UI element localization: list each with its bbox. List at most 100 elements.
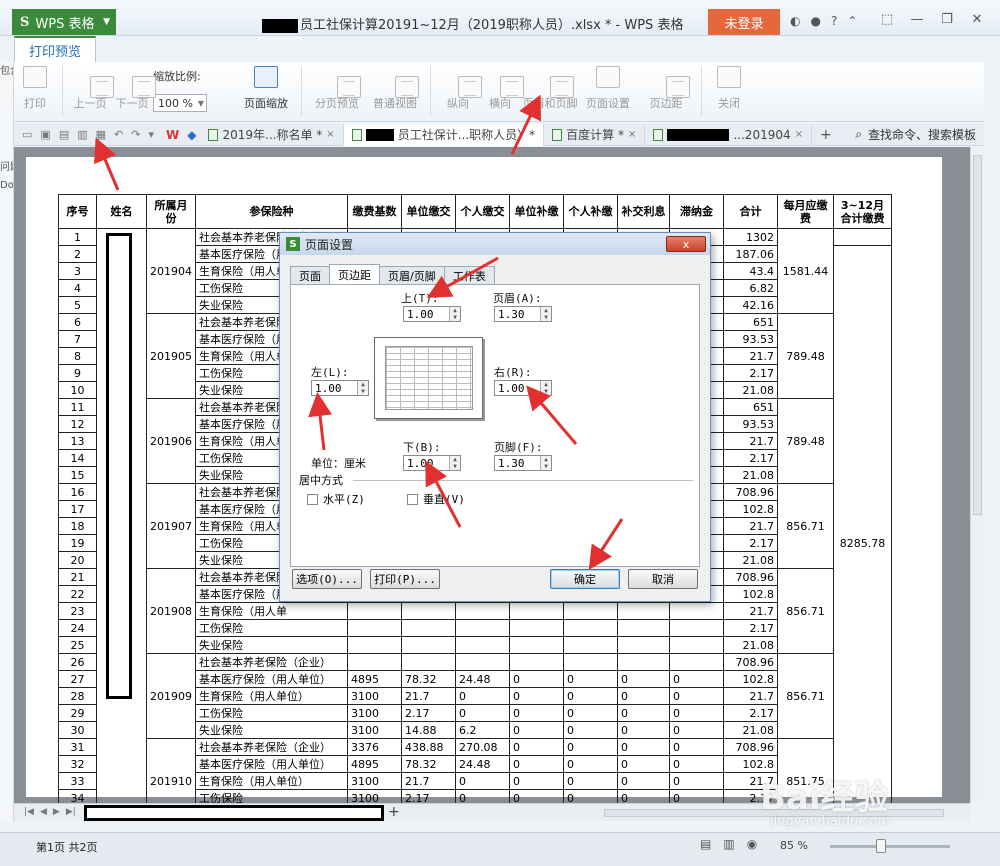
print-button[interactable]: 打印 bbox=[14, 66, 56, 111]
print-preview-icon[interactable]: ▦ bbox=[96, 128, 106, 141]
total-cell: 708.96 bbox=[723, 738, 778, 756]
month-cell: 201904 bbox=[146, 228, 196, 314]
prev-sheet-icon[interactable]: ◀ bbox=[40, 807, 47, 817]
value-cell: 0 bbox=[563, 789, 618, 803]
center-vertical-checkbox[interactable]: 垂直(V) bbox=[407, 491, 465, 507]
add-sheet-icon[interactable]: + bbox=[388, 804, 400, 820]
total-cell: 21.08 bbox=[723, 636, 778, 654]
export-icon[interactable]: ▤ bbox=[59, 128, 69, 141]
page-margins-icon bbox=[666, 76, 690, 98]
center-horizontal-checkbox[interactable]: 水平(Z) bbox=[307, 491, 365, 507]
next-sheet-icon[interactable]: ▶ bbox=[53, 807, 60, 817]
doc-tab-1[interactable]: 2019年...称名单 * × bbox=[200, 123, 344, 146]
title-icons: ◐ ● ? ⌃ bbox=[790, 14, 857, 28]
save-icon[interactable]: ▣ bbox=[40, 128, 50, 141]
footer-margin-input[interactable]: 1.30 ▲ ▼ bbox=[494, 455, 552, 471]
next-page-button[interactable]: 下一页 bbox=[111, 66, 156, 111]
command-search[interactable]: ⌕ 查找命令、搜索模板 bbox=[855, 126, 984, 143]
first-sheet-icon[interactable]: |◀ bbox=[24, 807, 34, 817]
left-margin-input[interactable]: 1.00 ▲ ▼ bbox=[311, 380, 369, 396]
right-margin-input[interactable]: 1.00 ▲ ▼ bbox=[494, 380, 552, 396]
chevron-down-icon[interactable]: ▾ bbox=[148, 128, 154, 141]
value-cell bbox=[563, 653, 618, 671]
portrait-button[interactable]: 纵向 bbox=[437, 66, 482, 111]
zoom-slider[interactable] bbox=[830, 845, 950, 848]
header-margin-input[interactable]: 1.30 ▲ ▼ bbox=[494, 306, 552, 322]
close-icon[interactable]: ✕ bbox=[962, 8, 992, 30]
page-margins-button[interactable]: 页边距 bbox=[637, 66, 695, 111]
restore-icon[interactable]: ❐ bbox=[932, 8, 962, 30]
row-number-cell: 17 bbox=[58, 500, 97, 518]
page-layout-icon[interactable]: ▥ bbox=[723, 837, 734, 851]
feedback-icon[interactable]: ● bbox=[810, 14, 820, 28]
total-cell: 2.17 bbox=[723, 704, 778, 722]
landscape-button[interactable]: 横向 bbox=[479, 66, 524, 111]
close-tab-icon[interactable]: × bbox=[628, 129, 636, 140]
spin-arrows-icon[interactable]: ▲ ▼ bbox=[540, 456, 551, 470]
app-center-icon[interactable]: ◆ bbox=[183, 128, 200, 142]
prev-page-button[interactable]: 上一页 bbox=[69, 66, 114, 111]
close-tab-icon[interactable]: × bbox=[795, 129, 803, 140]
minimize-icon[interactable]: — bbox=[902, 8, 932, 30]
print-icon[interactable]: ▥ bbox=[77, 128, 87, 141]
skin-icon[interactable]: ◐ bbox=[790, 14, 800, 28]
vertical-scrollbar[interactable] bbox=[970, 147, 984, 803]
page-break-preview-button[interactable]: 分页预览 bbox=[308, 66, 366, 111]
tab-page[interactable]: 页面 bbox=[290, 266, 330, 284]
collapse-icon[interactable]: ⌃ bbox=[847, 14, 857, 28]
row-number-cell: 3 bbox=[58, 262, 97, 280]
spin-arrows-icon[interactable]: ▲ ▼ bbox=[449, 456, 460, 470]
ok-button[interactable]: 确定 bbox=[550, 569, 620, 589]
spin-arrows-icon[interactable]: ▲ ▼ bbox=[357, 381, 368, 395]
close-tab-icon[interactable]: × bbox=[326, 129, 334, 140]
tab-header-footer[interactable]: 页眉/页脚 bbox=[379, 266, 445, 284]
app-menu-button[interactable]: S WPS 表格 ▼ bbox=[12, 9, 116, 35]
doc-tab-3[interactable]: 百度计算 * × bbox=[544, 123, 646, 146]
bottom-margin-input[interactable]: 1.00 ▲ ▼ bbox=[403, 455, 461, 471]
total-cell: 708.96 bbox=[723, 483, 778, 501]
options-button[interactable]: 选项(O)... bbox=[292, 569, 362, 589]
zoom-slider-handle[interactable] bbox=[876, 839, 886, 853]
value-cell: 0 bbox=[509, 704, 564, 722]
value-cell bbox=[401, 619, 456, 637]
spin-arrows-icon[interactable]: ▲ ▼ bbox=[449, 307, 460, 321]
sheet-file-icon bbox=[653, 128, 664, 141]
top-margin-input[interactable]: 1.00 ▲ ▼ bbox=[403, 306, 461, 322]
print-dialog-button[interactable]: 打印(P)... bbox=[370, 569, 440, 589]
spin-arrows-icon[interactable]: ▲ ▼ bbox=[540, 307, 551, 321]
tab-margins[interactable]: 页边距 bbox=[329, 264, 380, 284]
cancel-button[interactable]: 取消 bbox=[628, 569, 698, 589]
open-icon[interactable]: ▭ bbox=[22, 128, 32, 141]
normal-view-button[interactable]: 普通视图 bbox=[366, 66, 424, 111]
wps-home-icon[interactable]: W bbox=[162, 128, 183, 142]
header-footer-icon bbox=[550, 76, 574, 98]
zoom-select[interactable]: 100 % ▼ bbox=[153, 94, 207, 112]
tab-print-preview[interactable]: 打印预览 bbox=[14, 36, 97, 62]
spin-arrows-icon[interactable]: ▲ ▼ bbox=[540, 381, 551, 395]
row-number-cell: 31 bbox=[58, 738, 97, 756]
left-strip-text-b: 问题 bbox=[0, 162, 13, 173]
sheet-tab-redacted[interactable] bbox=[84, 805, 384, 821]
scroll-thumb[interactable] bbox=[973, 155, 982, 515]
value-cell: 0 bbox=[669, 687, 724, 705]
doc-tab-4[interactable]: ...201904 × bbox=[645, 123, 813, 146]
total-cell: 93.53 bbox=[723, 415, 778, 433]
close-preview-button[interactable]: 关闭 bbox=[708, 66, 750, 111]
dialog-close-button[interactable]: x bbox=[666, 236, 706, 252]
redo-icon[interactable]: ↷ bbox=[131, 128, 140, 141]
last-sheet-icon[interactable]: ▶| bbox=[66, 807, 76, 817]
page-scale-button[interactable]: 页面缩放 bbox=[237, 66, 295, 111]
undo-icon[interactable]: ↶ bbox=[114, 128, 123, 141]
eye-protect-icon[interactable]: ◉ bbox=[747, 837, 757, 851]
page-setup-button[interactable]: 页面设置 bbox=[579, 66, 637, 111]
normal-view-icon[interactable]: ▤ bbox=[700, 837, 711, 851]
tab-worksheet[interactable]: 工作表 bbox=[443, 266, 495, 284]
help-icon[interactable]: ? bbox=[831, 14, 837, 28]
pin-icon[interactable]: ⬚ bbox=[872, 8, 902, 30]
login-button[interactable]: 未登录 bbox=[708, 9, 780, 35]
header-footer-button[interactable]: 页眉和页脚 bbox=[521, 66, 579, 111]
insurance-type-cell: 工伤保险 bbox=[195, 789, 348, 803]
doc-tab-2[interactable]: 员工社保计...职称人员）* bbox=[343, 123, 545, 146]
new-tab-icon[interactable]: + bbox=[812, 127, 840, 143]
window-controls: ⬚ — ❐ ✕ bbox=[872, 8, 992, 30]
